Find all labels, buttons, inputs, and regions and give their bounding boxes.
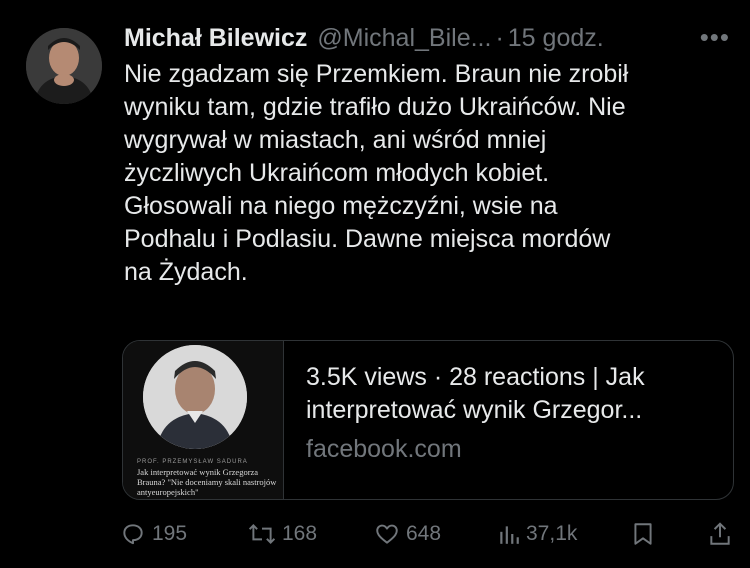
tweet-line: na Żydach. [124, 258, 248, 286]
thumbnail-author: PROF. PRZEMYSŁAW SADURA [137, 459, 248, 465]
more-icon[interactable]: ••• [700, 22, 730, 53]
repost-button[interactable]: 168 [248, 521, 374, 547]
heart-icon [376, 524, 398, 544]
views-count: 37,1k [526, 522, 578, 545]
author-name[interactable]: Michał Bilewicz [124, 24, 307, 53]
card-title-line: interpretować wynik Grzegor... [306, 396, 643, 424]
thumbnail-caption: Jak interpretować wynik Grzegorza Brauna… [137, 467, 277, 497]
tweet-text: Nie zgadzam się Przemkiem. Braun nie zro… [124, 58, 734, 289]
tweet-line: Głosowali na niego mężczyźni, wsie na [124, 192, 558, 220]
tweet-line: Nie zgadzam się Przemkiem. Braun nie zro… [124, 60, 629, 88]
views-button[interactable]: 37,1k [498, 522, 632, 546]
repost-count: 168 [282, 522, 318, 545]
tweet-line: wyniku tam, gdzie trafiło dużo Ukraińców… [124, 93, 626, 121]
views-icon [500, 526, 519, 544]
repost-icon [248, 524, 276, 544]
reply-button[interactable]: 195 [120, 521, 248, 547]
card-thumbnail: PROF. PRZEMYSŁAW SADURA Jak interpretowa… [123, 341, 284, 499]
author-handle[interactable]: @Michal_Bile... [317, 24, 491, 53]
bookmark-icon [634, 523, 652, 545]
separator-dot: · [495, 23, 504, 52]
tweet-line: życzliwych Ukraińcom młodych kobiet. [124, 159, 550, 187]
card-title-line: 3.5K views · 28 reactions | Jak [306, 363, 645, 391]
author-avatar[interactable] [26, 28, 102, 104]
thumbnail-photo [143, 345, 247, 449]
reply-count: 195 [152, 522, 188, 545]
reply-icon [123, 524, 143, 545]
bookmark-button[interactable] [632, 521, 706, 547]
share-button[interactable] [708, 521, 732, 547]
action-bar: 195 168 648 37,1k [120, 518, 732, 550]
share-icon [710, 522, 730, 545]
card-body: 3.5K views · 28 reactions | Jak interpre… [284, 341, 645, 499]
link-preview-card[interactable]: PROF. PRZEMYSŁAW SADURA Jak interpretowa… [122, 340, 734, 500]
card-title[interactable]: 3.5K views · 28 reactions | Jak interpre… [306, 361, 645, 427]
like-button[interactable]: 648 [374, 521, 498, 547]
tweet-line: wygrywał w miastach, ani wśród mniej [124, 126, 547, 154]
like-count: 648 [406, 522, 442, 545]
tweet-header: Michał Bilewicz @Michal_Bile... · 15 god… [124, 20, 730, 56]
card-domain: facebook.com [306, 435, 462, 463]
avatar-photo [26, 28, 102, 104]
tweet-timestamp[interactable]: 15 godz. [508, 24, 604, 53]
tweet-line: Podhalu i Podlasiu. Dawne miejsca mordów [124, 225, 611, 253]
